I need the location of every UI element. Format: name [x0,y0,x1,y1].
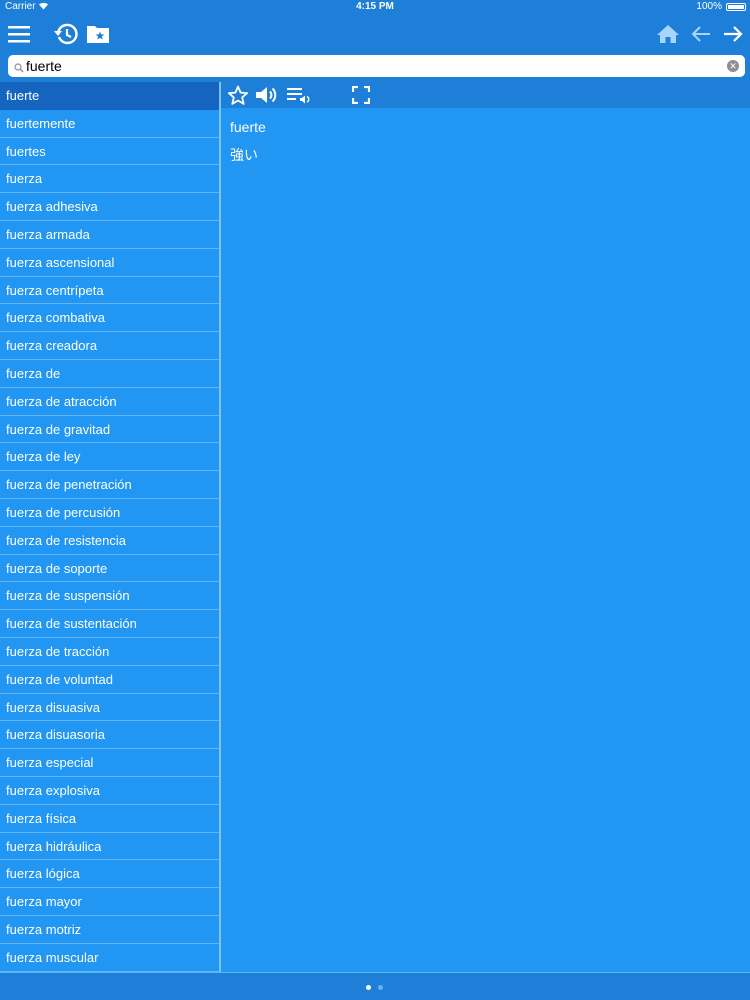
word-list-item[interactable]: fuerza armada [0,221,219,249]
word-list-item[interactable]: fuerza de penetración [0,471,219,499]
battery-icon [726,3,746,11]
word-list-item[interactable]: fuerza de percusión [0,499,219,527]
word-list-item[interactable]: fuerte [0,82,219,110]
word-list-item[interactable]: fuerza física [0,805,219,833]
word-list-item[interactable]: fuerza de sustentación [0,610,219,638]
definition-panel: fuerte 強い [221,108,750,972]
search-input[interactable] [26,57,716,75]
word-list-item[interactable]: fuertemente [0,110,219,138]
detail-toolbar [221,82,750,108]
playlist-audio-icon[interactable] [286,83,312,107]
word-list-item[interactable]: fuerza especial [0,749,219,777]
clear-search-icon[interactable]: ✕ [727,60,739,72]
word-list-item[interactable]: fuerza mayor [0,888,219,916]
word-list-item[interactable]: fuerza explosiva [0,777,219,805]
battery-percent: 100% [696,1,722,12]
word-list-item[interactable]: fuerza centrípeta [0,277,219,305]
word-list-item[interactable]: fuerza de ley [0,443,219,472]
arrow-left-icon[interactable] [685,18,717,50]
word-list-item[interactable]: fuerza combativa [0,304,219,333]
headword: fuerte [230,119,266,135]
clock-label: 4:15 PM [356,1,394,12]
nav-bar [0,14,750,54]
word-list-item[interactable]: fuerza adhesiva [0,193,219,221]
word-list-item[interactable]: fuerza de [0,360,219,388]
page-indicator-dot[interactable] [378,985,383,990]
word-list-item[interactable]: fuerza lógica [0,860,219,889]
favorites-folder-icon[interactable] [82,18,114,50]
word-list-item[interactable]: fuerza creadora [0,332,219,360]
fullscreen-icon[interactable] [348,83,374,107]
word-list: fuerte fuertemente fuertes fuerza fuerza adh… [0,82,219,972]
word-list-item[interactable]: fuerza de voluntad [0,666,219,694]
word-list-item[interactable]: fuerza disuasoria [0,721,219,750]
word-list-item[interactable]: fuertes [0,138,219,166]
word-list-item[interactable]: fuerza de suspensión [0,582,219,611]
translation: 強い [230,148,258,164]
word-list-item[interactable]: fuerza disuasiva [0,694,219,722]
page-indicator-dot[interactable] [366,985,371,990]
word-list-item[interactable]: fuerza hidráulica [0,833,219,861]
star-outline-icon[interactable] [225,83,251,107]
word-list-item[interactable]: fuerza [0,165,219,194]
home-icon[interactable] [652,18,684,50]
word-list-item[interactable]: fuerza de soporte [0,555,219,583]
arrow-right-icon[interactable] [717,18,749,50]
word-list-item[interactable]: fuerza motriz [0,916,219,944]
word-list-item[interactable]: fuerza de gravitad [0,416,219,444]
search-icon [14,60,24,78]
history-icon[interactable] [50,18,82,50]
word-list-item[interactable]: fuerza de atracción [0,388,219,416]
search-row: ✕ [0,54,750,82]
search-box[interactable]: ✕ [8,55,745,77]
word-list-item[interactable]: fuerza de resistencia [0,527,219,555]
word-list-item[interactable]: fuerza ascensional [0,249,219,277]
word-list-item[interactable]: fuerza de tracción [0,638,219,666]
speaker-icon[interactable] [254,83,280,107]
bottom-bar [0,972,750,1000]
status-bar: Carrier 4:15 PM 100% [0,0,750,14]
hamburger-menu-icon[interactable] [3,18,35,50]
word-list-item[interactable]: fuerza muscular [0,944,219,972]
